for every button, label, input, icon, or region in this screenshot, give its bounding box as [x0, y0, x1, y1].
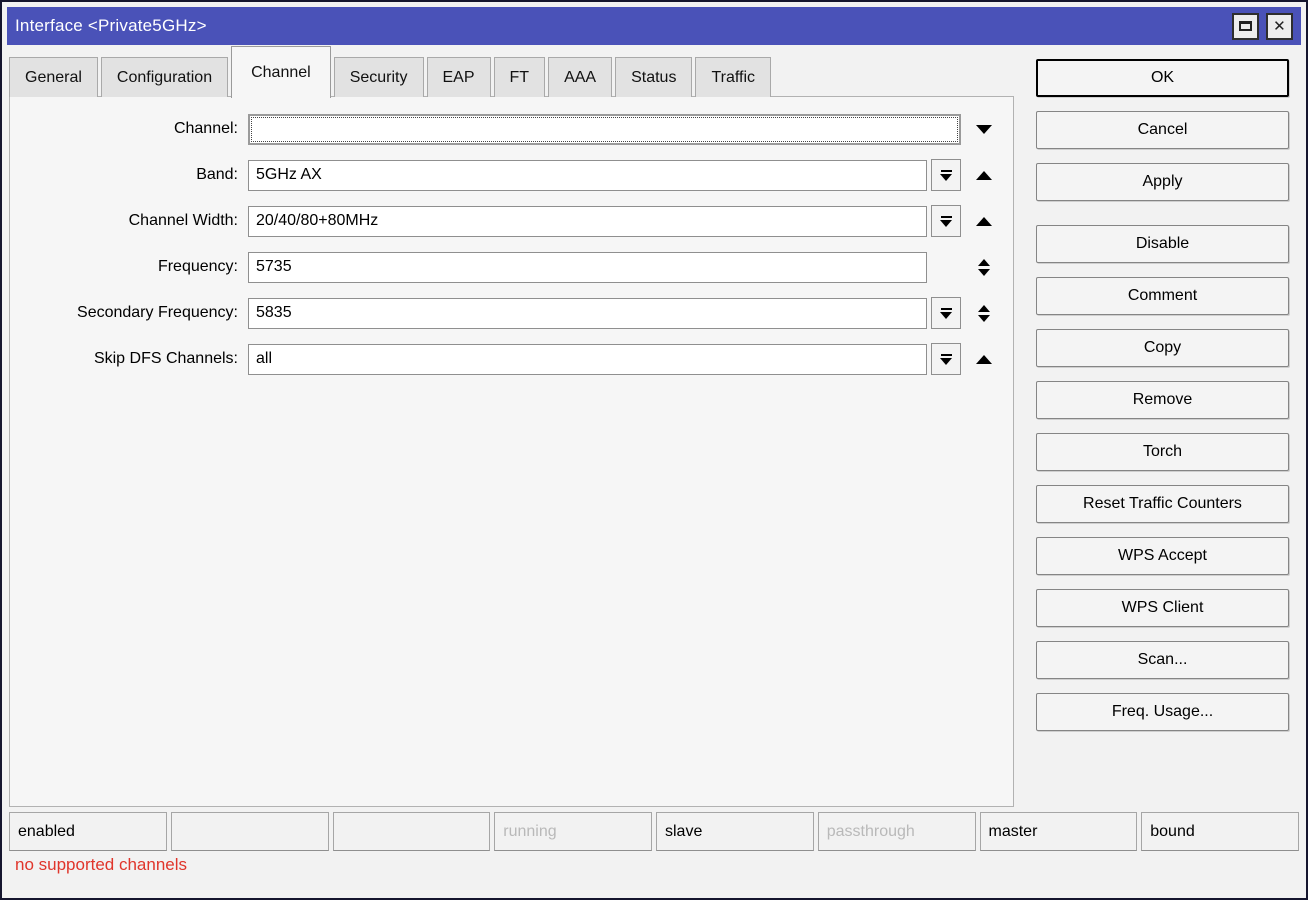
- dialog-content: General Configuration Channel Security E…: [7, 45, 1301, 893]
- dropdown-icon: [941, 170, 952, 172]
- secondary-frequency-row: Secondary Frequency:: [10, 297, 1013, 329]
- action-button-column: OK Cancel Apply Disable Comment Copy Rem…: [1036, 59, 1289, 745]
- apply-button[interactable]: Apply: [1036, 163, 1289, 201]
- status-cell: [333, 812, 491, 851]
- chevron-up-icon: [976, 217, 992, 226]
- channel-input[interactable]: [248, 114, 961, 145]
- copy-button[interactable]: Copy: [1036, 329, 1289, 367]
- dropdown-icon: [941, 216, 952, 218]
- skip-dfs-collapse-arrow[interactable]: [971, 355, 997, 364]
- frequency-empty-slot: [931, 251, 961, 283]
- tab-configuration[interactable]: Configuration: [101, 57, 228, 97]
- comment-button[interactable]: Comment: [1036, 277, 1289, 315]
- scan-button[interactable]: Scan...: [1036, 641, 1289, 679]
- wps-accept-button[interactable]: WPS Accept: [1036, 537, 1289, 575]
- status-cell: running: [494, 812, 652, 851]
- frequency-input[interactable]: [248, 252, 927, 283]
- channel-width-collapse-arrow[interactable]: [971, 217, 997, 226]
- status-cell: enabled: [9, 812, 167, 851]
- chevron-down-icon: [976, 125, 992, 134]
- channel-row: Channel:: [10, 113, 1013, 145]
- band-label: Band:: [10, 166, 248, 184]
- band-row: Band:: [10, 159, 1013, 191]
- channel-tab-panel: Channel: Band:: [9, 96, 1014, 807]
- chevron-down-icon: [940, 220, 952, 227]
- tab-ft[interactable]: FT: [494, 57, 546, 97]
- frequency-row: Frequency:: [10, 251, 1013, 283]
- tab-status[interactable]: Status: [615, 57, 692, 97]
- tab-eap[interactable]: EAP: [427, 57, 491, 97]
- secondary-frequency-input[interactable]: [248, 298, 927, 329]
- secondary-frequency-label: Secondary Frequency:: [10, 304, 248, 322]
- disable-button[interactable]: Disable: [1036, 225, 1289, 263]
- spinner-down-icon: [978, 269, 990, 276]
- remove-button[interactable]: Remove: [1036, 381, 1289, 419]
- secondary-frequency-dropdown-button[interactable]: [931, 297, 961, 329]
- spinner-up-icon: [978, 305, 990, 312]
- channel-label: Channel:: [10, 120, 248, 138]
- dropdown-icon: [941, 354, 952, 356]
- close-icon: ✕: [1273, 19, 1286, 34]
- title-bar[interactable]: Interface <Private5GHz> ✕: [7, 7, 1301, 45]
- channel-width-dropdown-button[interactable]: [931, 205, 961, 237]
- ok-button[interactable]: OK: [1036, 59, 1289, 97]
- maximize-button[interactable]: [1232, 13, 1259, 40]
- status-cell: slave: [656, 812, 814, 851]
- channel-width-input[interactable]: [248, 206, 927, 237]
- spinner-up-icon: [978, 259, 990, 266]
- status-cell: master: [980, 812, 1138, 851]
- reset-traffic-counters-button[interactable]: Reset Traffic Counters: [1036, 485, 1289, 523]
- status-cell: [171, 812, 329, 851]
- skip-dfs-channels-label: Skip DFS Channels:: [10, 350, 248, 368]
- spinner-down-icon: [978, 315, 990, 322]
- skip-dfs-channels-input[interactable]: [248, 344, 927, 375]
- channel-width-row: Channel Width:: [10, 205, 1013, 237]
- torch-button[interactable]: Torch: [1036, 433, 1289, 471]
- tab-traffic[interactable]: Traffic: [695, 57, 771, 97]
- dropdown-icon: [941, 308, 952, 310]
- chevron-down-icon: [940, 312, 952, 319]
- tab-channel[interactable]: Channel: [231, 46, 331, 98]
- chevron-down-icon: [940, 358, 952, 365]
- status-cell: passthrough: [818, 812, 976, 851]
- chevron-up-icon: [976, 171, 992, 180]
- channel-width-label: Channel Width:: [10, 212, 248, 230]
- chevron-up-icon: [976, 355, 992, 364]
- close-button[interactable]: ✕: [1266, 13, 1293, 40]
- skip-dfs-channels-row: Skip DFS Channels:: [10, 343, 1013, 375]
- frequency-spinner[interactable]: [971, 259, 997, 276]
- frequency-label: Frequency:: [10, 258, 248, 276]
- tab-security[interactable]: Security: [334, 57, 424, 97]
- tab-general[interactable]: General: [9, 57, 98, 97]
- wps-client-button[interactable]: WPS Client: [1036, 589, 1289, 627]
- cancel-button[interactable]: Cancel: [1036, 111, 1289, 149]
- maximize-icon: [1239, 21, 1252, 31]
- secondary-frequency-spinner[interactable]: [971, 305, 997, 322]
- band-collapse-arrow[interactable]: [971, 171, 997, 180]
- chevron-down-icon: [940, 174, 952, 181]
- skip-dfs-dropdown-button[interactable]: [931, 343, 961, 375]
- status-cell: bound: [1141, 812, 1299, 851]
- band-dropdown-button[interactable]: [931, 159, 961, 191]
- status-bar: enabled running slave passthrough master…: [7, 812, 1301, 851]
- band-input[interactable]: [248, 160, 927, 191]
- interface-dialog-window: Interface <Private5GHz> ✕ General Config…: [0, 0, 1308, 900]
- status-error-message: no supported channels: [7, 855, 1301, 875]
- tab-aaa[interactable]: AAA: [548, 57, 612, 97]
- freq-usage-button[interactable]: Freq. Usage...: [1036, 693, 1289, 731]
- channel-dropdown-arrow[interactable]: [971, 125, 997, 134]
- window-title: Interface <Private5GHz>: [15, 16, 1225, 36]
